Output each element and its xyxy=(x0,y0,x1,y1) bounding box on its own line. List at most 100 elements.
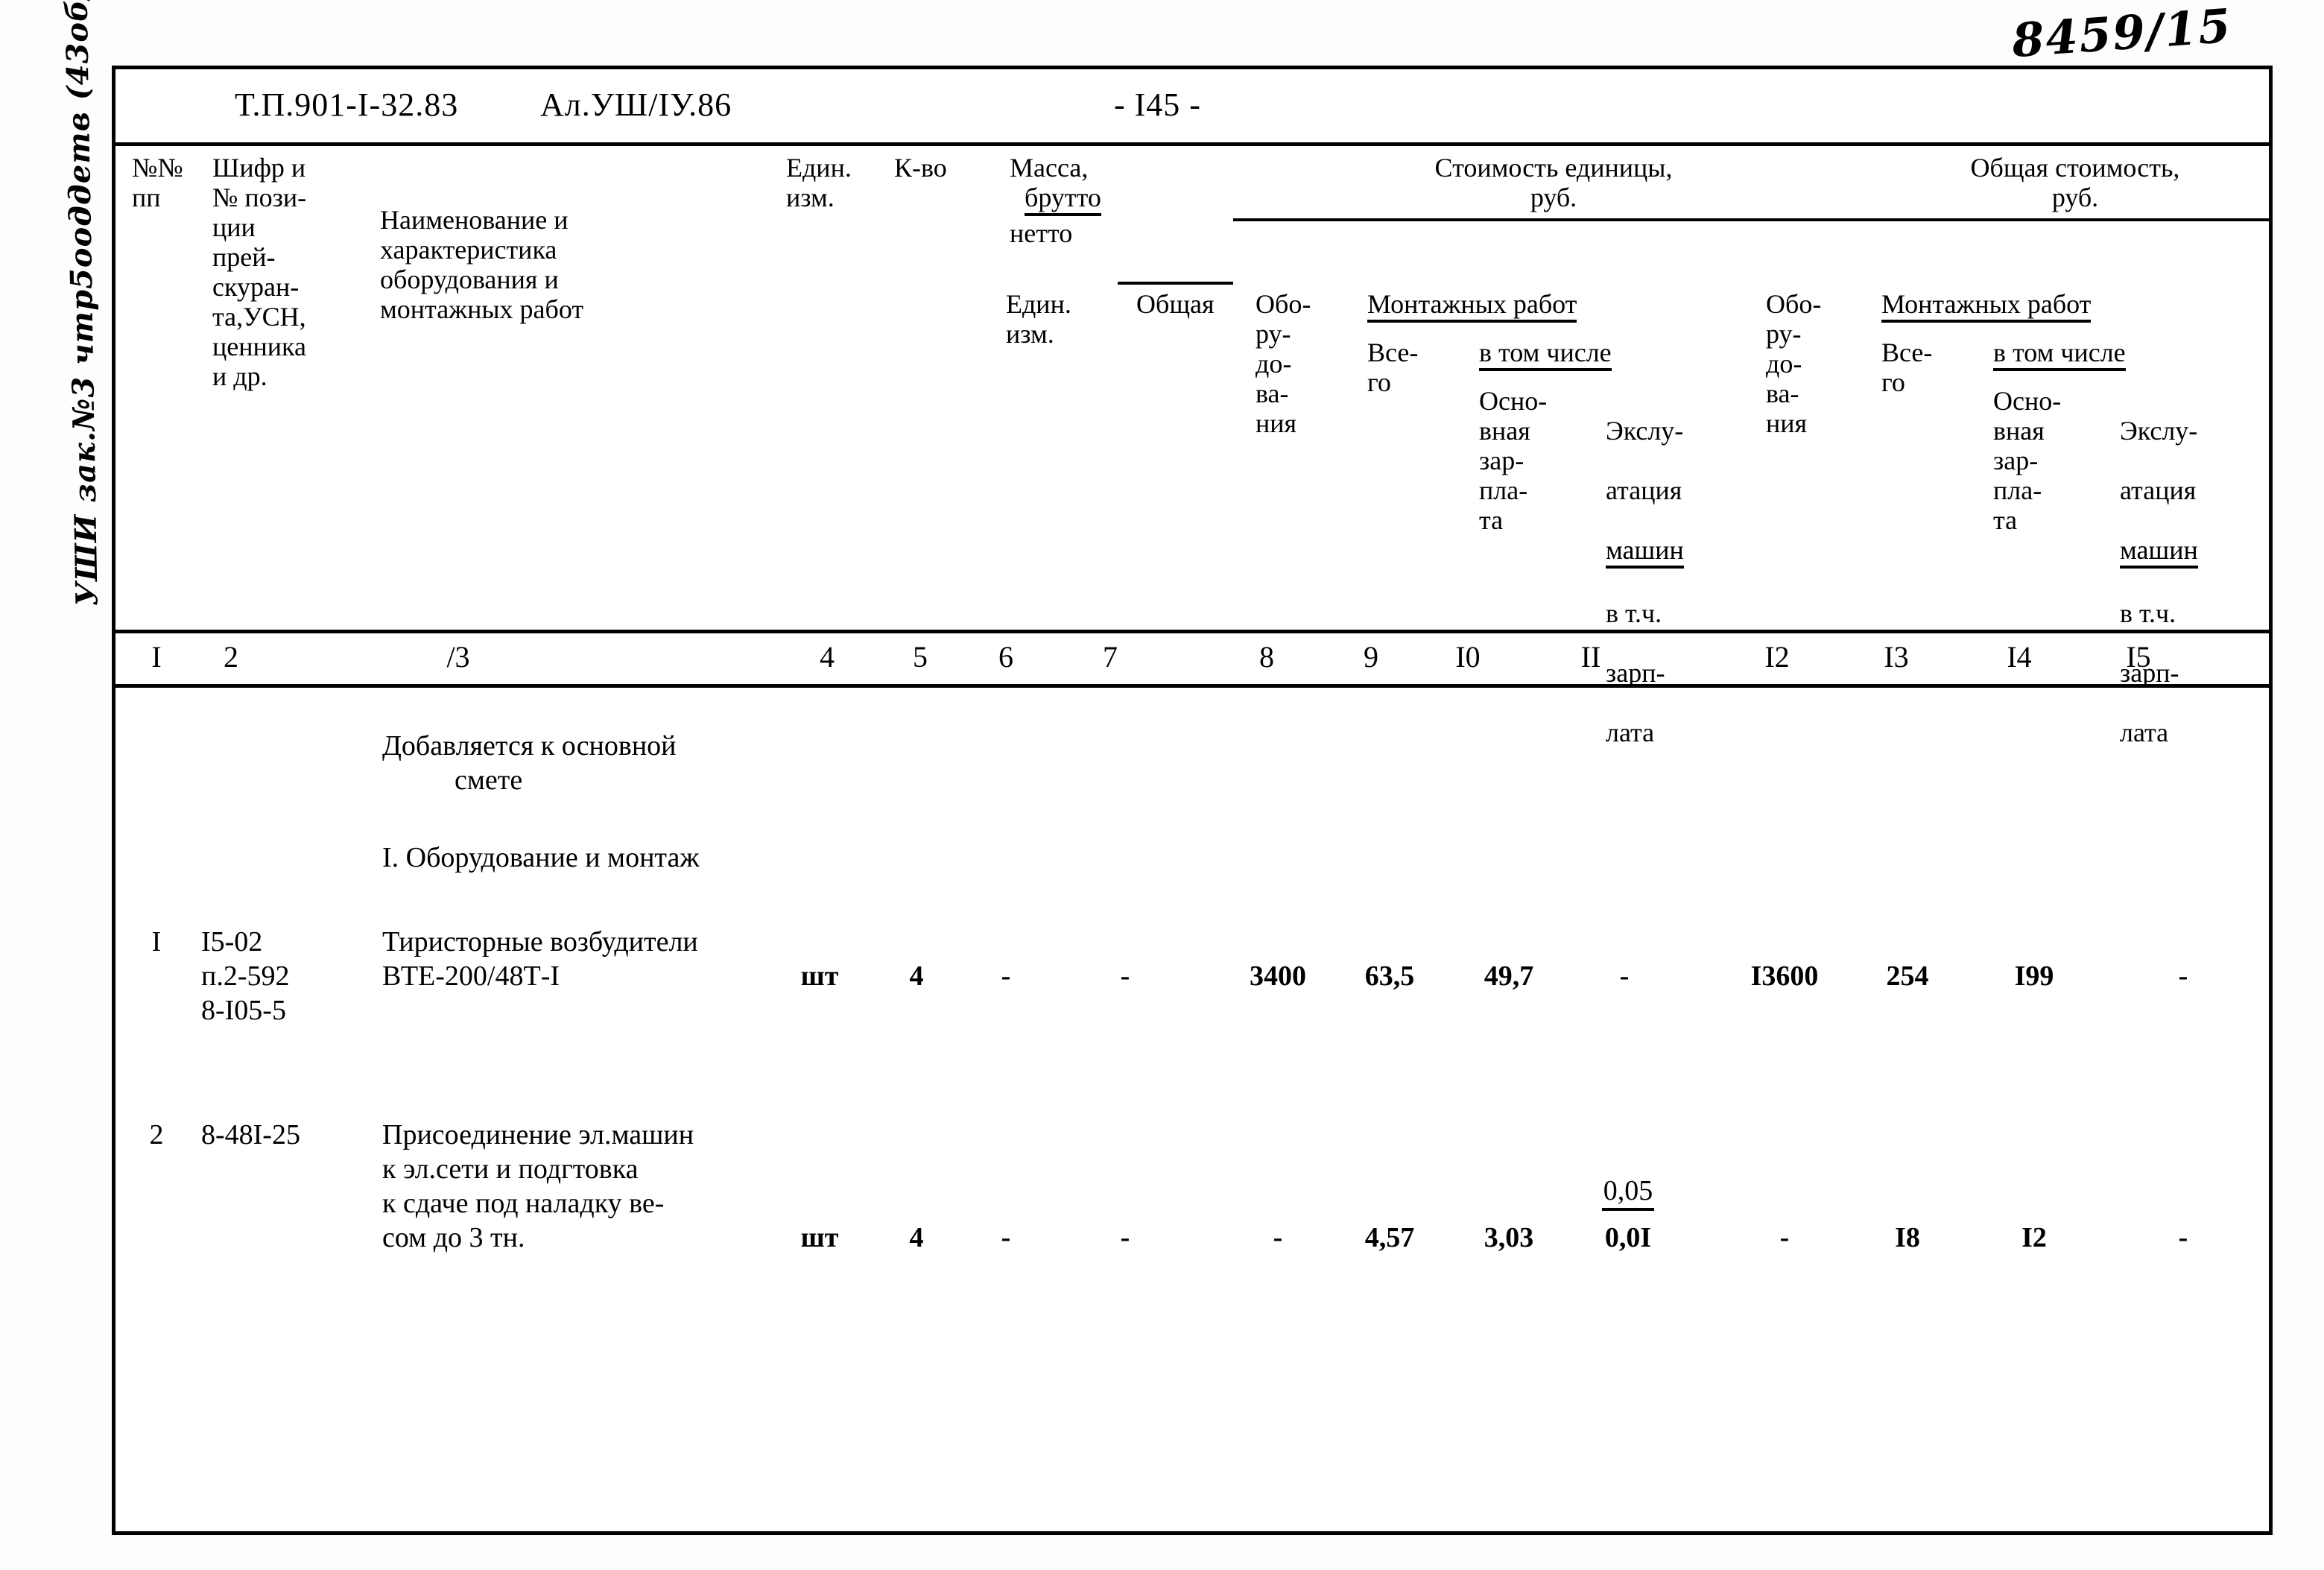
colnum-5: 5 xyxy=(913,640,928,674)
table-row: шт xyxy=(800,1222,839,1253)
machine-unit-l2: атация xyxy=(1606,475,1682,505)
table-row: 4 xyxy=(909,1222,924,1253)
col-header-machine-unit: Экслу- атация машин в т.ч. зарп- лата xyxy=(1606,386,1762,777)
colnum-2: 2 xyxy=(224,640,238,674)
machine-unit-l1: Экслу- xyxy=(1606,416,1684,446)
col-header-unit: Един. изм. xyxy=(786,153,852,212)
colnum-12: I2 xyxy=(1764,640,1790,674)
table-row: 4,57 xyxy=(1364,1222,1415,1253)
col-header-qty: К-во xyxy=(894,153,947,183)
col-header-montazh-unit: Монтажных работ xyxy=(1367,289,1814,323)
machine-total-l4: в т.ч. xyxy=(2120,598,2176,628)
vtomchisle-total-label: в том числе xyxy=(1993,338,2126,371)
table-row: 0,05 xyxy=(1568,1174,1688,1211)
machine-total-l6: лата xyxy=(2120,718,2169,747)
col-header-mass-total: Общая xyxy=(1136,289,1215,319)
colnum-7: 7 xyxy=(1103,640,1118,674)
col-header-base-salary-unit: Осно- вная зар- пла- та xyxy=(1479,386,1548,535)
colnum-1: I xyxy=(151,640,162,674)
col-header-equipment-total: Обо- ру- до- ва- ния xyxy=(1766,289,1822,438)
machine-total-l3: машин xyxy=(2120,535,2276,569)
table-row: 8-48I-25 xyxy=(201,1119,300,1150)
colnum-3: /3 xyxy=(446,640,470,674)
table-row: 3,03 xyxy=(1484,1222,1534,1253)
table-row: - xyxy=(1001,1222,1011,1253)
rule-under-mass-netto xyxy=(1118,282,1233,285)
col-header-mass-group: Масса, xyxy=(1010,153,1089,183)
table-row: - xyxy=(1120,960,1130,992)
table-row: - xyxy=(2178,960,2188,992)
machine-unit-l3: машин xyxy=(1606,535,1762,569)
table-row: 254 xyxy=(1886,960,1929,992)
col-header-montazh-total: Монтажных работ xyxy=(1881,289,2276,323)
table-row: I5-02 п.2-592 8-I05-5 xyxy=(201,926,290,1026)
rule-under-colnumbers xyxy=(115,684,2269,688)
estimate-table-frame: Т.П.901-I-32.83 Ал.УШ/IУ.86 - I45 - №№ п… xyxy=(112,66,2273,1535)
col-header-mass-unit: Един. изм. xyxy=(1006,289,1071,349)
col-header-total-total: Все- го xyxy=(1881,338,1933,397)
col-header-mass-netto: нетто xyxy=(1010,218,1073,248)
col-header-base-salary-total: Осно- вная зар- пла- та xyxy=(1993,386,2062,535)
table-row: - xyxy=(1001,960,1011,992)
rule-under-title xyxy=(115,142,2269,146)
colnum-10: I0 xyxy=(1455,640,1481,674)
machine-total-l1: Экслу- xyxy=(2120,416,2198,446)
table-row: I3600 xyxy=(1750,960,1819,992)
machine-total-l3-label: машин xyxy=(2120,535,2198,569)
table-row: I2 xyxy=(2021,1222,2047,1253)
table-row: 4 xyxy=(909,960,924,992)
colnum-14: I4 xyxy=(2007,640,2032,674)
note-line-2: смете xyxy=(455,765,523,796)
col-header-vtomchisle-total: в том числе xyxy=(1993,338,2276,371)
rule-under-unit-cost-group xyxy=(1233,218,1878,221)
machine-unit-l4: в т.ч. xyxy=(1606,598,1662,628)
machine-unit-l5: зарп- xyxy=(1606,658,1665,688)
table-row: шт xyxy=(800,960,839,992)
section-title: I. Оборудование и монтаж xyxy=(382,842,700,873)
colnum-11: II xyxy=(1580,640,1601,674)
document-header-line: Т.П.901-I-32.83 Ал.УШ/IУ.86 - I45 - xyxy=(115,86,2269,138)
table-row: - xyxy=(1779,1222,1790,1253)
col-header-total-unit: Все- го xyxy=(1367,338,1419,397)
table-row: 0,0I xyxy=(1604,1222,1652,1253)
colnum-6: 6 xyxy=(998,640,1013,674)
col-header-equipment-unit: Обо- ру- до- ва- ния xyxy=(1256,289,1311,438)
colnum-9: 9 xyxy=(1364,640,1378,674)
col-header-name: Наименование и характеристика оборудован… xyxy=(380,205,584,324)
machine-unit-l6: лата xyxy=(1606,718,1655,747)
col-header-machine-total: Экслу- атация машин в т.ч. зарп- лата xyxy=(2120,386,2276,777)
note-line-1: Добавляется к основной xyxy=(382,730,677,762)
rule-under-header xyxy=(115,630,2269,633)
group-header-total-cost: Общая стоимость, руб. xyxy=(1970,153,2180,212)
vtomchisle-unit-label: в том числе xyxy=(1479,338,1612,371)
table-row: I xyxy=(151,926,162,957)
col-header-vtomchisle-unit: в том числе xyxy=(1479,338,1814,371)
group-header-unit-cost: Стоимость единицы, руб. xyxy=(1434,153,1673,212)
table-row: - xyxy=(1619,960,1630,992)
table-row: 2 xyxy=(149,1119,164,1150)
colnum-15: I5 xyxy=(2126,640,2151,674)
colnum-8: 8 xyxy=(1259,640,1274,674)
col-header-mass-brutto: брутто xyxy=(1025,183,1248,216)
col-header-code: Шифр и № пози- ции прей- скуран- та,УСН,… xyxy=(212,153,307,391)
table-row: 3400 xyxy=(1250,960,1306,992)
machine-total-l2: атация xyxy=(2120,475,2197,505)
table-row: I99 xyxy=(2014,960,2054,992)
table-row: - xyxy=(1273,1222,1283,1253)
montazh-unit-label: Монтажных работ xyxy=(1367,289,1577,323)
table-row: - xyxy=(2178,1222,2188,1253)
document-code: Т.П.901-I-32.83 xyxy=(235,86,459,123)
table-row: - xyxy=(1120,1222,1130,1253)
table-row: 49,7 xyxy=(1484,960,1534,992)
album-code: Ал.УШ/IУ.86 xyxy=(540,86,732,123)
colnum-4: 4 xyxy=(820,640,835,674)
col-header-no: №№ пп xyxy=(132,153,183,212)
montazh-total-label: Монтажных работ xyxy=(1881,289,2092,323)
colnum-13: I3 xyxy=(1884,640,1909,674)
rule-under-total-cost-group xyxy=(1878,218,2273,221)
table-row: 63,5 xyxy=(1364,960,1415,992)
page-number: - I45 - xyxy=(1114,86,1201,123)
table-row: I8 xyxy=(1895,1222,1920,1253)
machine-unit-l3-label: машин xyxy=(1606,535,1684,569)
mass-brutto-label: брутто xyxy=(1025,183,1101,216)
